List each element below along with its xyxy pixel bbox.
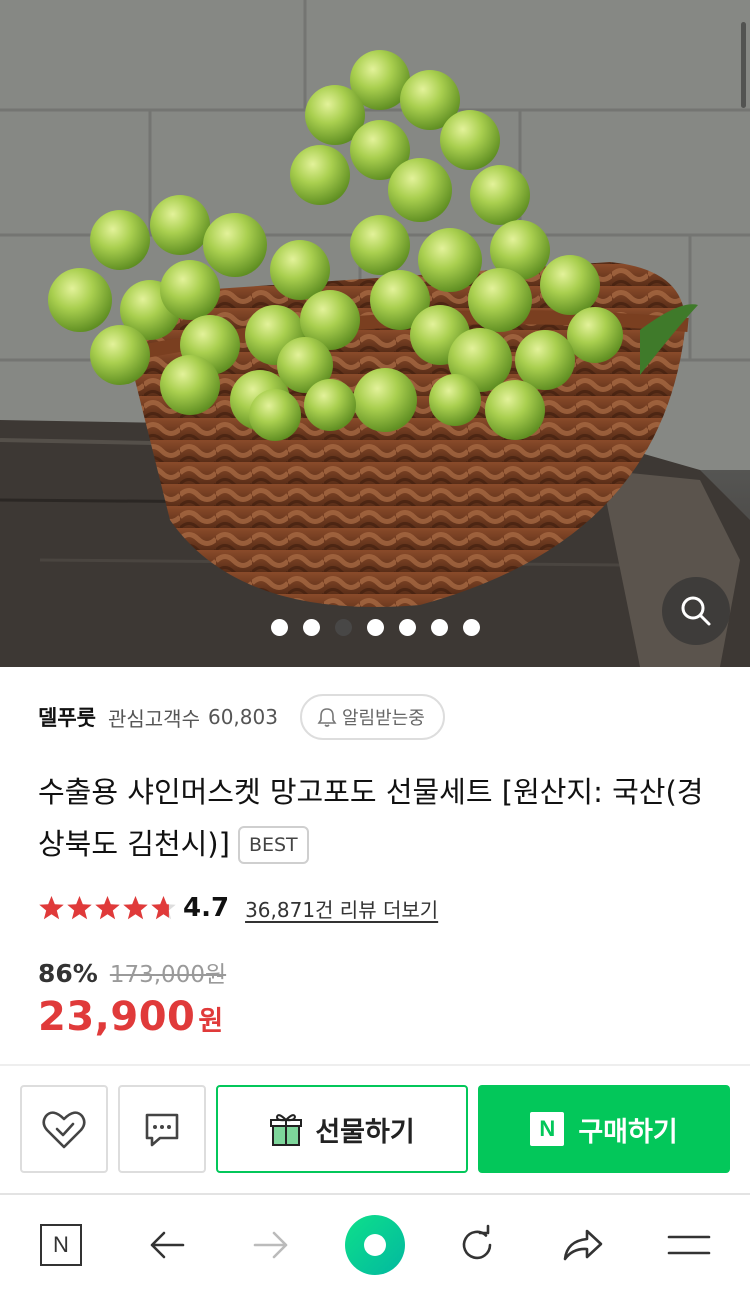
green-dot-icon bbox=[345, 1215, 405, 1275]
naver-home-icon: N bbox=[40, 1224, 82, 1266]
discount-row: 86% 173,000원 bbox=[38, 955, 226, 989]
heart-check-icon bbox=[42, 1111, 86, 1149]
currency-unit: 원 bbox=[198, 1006, 224, 1037]
star-icon bbox=[39, 896, 64, 920]
star-rating bbox=[38, 895, 177, 921]
menu-button[interactable] bbox=[658, 1195, 720, 1293]
forward-button[interactable] bbox=[240, 1195, 302, 1293]
store-name[interactable]: 델푸룻 bbox=[38, 702, 96, 732]
rating-row: 4.7 36,871건 리뷰 더보기 bbox=[38, 888, 438, 928]
gallery-dot[interactable] bbox=[398, 619, 416, 636]
gallery-dot[interactable] bbox=[366, 619, 384, 636]
talk-button[interactable] bbox=[118, 1085, 206, 1173]
scrollbar-thumb[interactable] bbox=[741, 22, 746, 108]
forward-arrow-icon bbox=[253, 1231, 288, 1259]
gallery-dot[interactable] bbox=[334, 619, 352, 636]
gift-icon bbox=[270, 1114, 303, 1146]
fans-label: 관심고객수 bbox=[107, 706, 200, 731]
product-image-gallery[interactable] bbox=[0, 0, 750, 667]
alarm-label: 알림받는중 bbox=[341, 708, 425, 729]
gallery-pagination bbox=[0, 619, 750, 636]
naver-pay-logo: N bbox=[530, 1112, 565, 1146]
share-icon bbox=[563, 1229, 603, 1261]
review-link[interactable]: 36,871건 리뷰 더보기 bbox=[245, 894, 438, 923]
best-badge: BEST bbox=[237, 826, 309, 864]
menu-icon bbox=[667, 1235, 711, 1255]
back-button[interactable] bbox=[136, 1195, 198, 1293]
share-button[interactable] bbox=[552, 1195, 614, 1293]
reload-icon bbox=[462, 1224, 492, 1260]
home-button[interactable]: N bbox=[30, 1195, 92, 1293]
product-photo bbox=[0, 0, 750, 667]
price-row: 23,900 원 bbox=[38, 994, 223, 1040]
gallery-dot[interactable] bbox=[302, 619, 320, 636]
product-title: 수출용 샤인머스켓 망고포도 선물세트 [원산지: 국산(경상북도 김천시)] B… bbox=[38, 766, 718, 870]
divider bbox=[0, 1064, 750, 1066]
original-price: 173,000원 bbox=[109, 962, 227, 988]
bell-icon bbox=[317, 708, 337, 727]
buy-button[interactable]: N 구매하기 bbox=[478, 1085, 730, 1173]
gallery-dot[interactable] bbox=[270, 619, 288, 636]
gallery-dot[interactable] bbox=[462, 619, 480, 636]
gift-button[interactable]: 선물하기 bbox=[216, 1085, 468, 1173]
fans-count: 60,803 bbox=[207, 705, 278, 729]
star-icon bbox=[95, 896, 120, 920]
magnifier-icon bbox=[681, 596, 711, 626]
star-icon bbox=[67, 896, 92, 920]
reload-button[interactable] bbox=[446, 1195, 508, 1293]
discount-rate: 86% bbox=[38, 959, 98, 988]
buy-label: 구매하기 bbox=[578, 1116, 678, 1148]
chat-bubble-icon bbox=[145, 1113, 179, 1147]
store-info: 델푸룻 관심고객수 60,803 알림받는중 bbox=[38, 694, 445, 740]
alarm-button[interactable]: 알림받는중 bbox=[299, 694, 445, 740]
home-logo: N bbox=[53, 1232, 69, 1257]
browser-bottom-nav: N bbox=[0, 1193, 750, 1293]
rating-value: 4.7 bbox=[183, 893, 230, 923]
star-icon bbox=[123, 896, 148, 920]
star-icon bbox=[151, 896, 176, 920]
wishlist-button[interactable] bbox=[20, 1085, 108, 1173]
zoom-button[interactable] bbox=[662, 577, 730, 645]
green-dot-button[interactable] bbox=[342, 1195, 408, 1293]
sale-price: 23,900 bbox=[38, 994, 196, 1040]
gallery-dot[interactable] bbox=[430, 619, 448, 636]
back-arrow-icon bbox=[150, 1231, 185, 1259]
product-title-text: 수출용 샤인머스켓 망고포도 선물세트 [원산지: 국산(경상북도 김천시)] bbox=[38, 775, 704, 861]
gift-label: 선물하기 bbox=[315, 1116, 415, 1148]
